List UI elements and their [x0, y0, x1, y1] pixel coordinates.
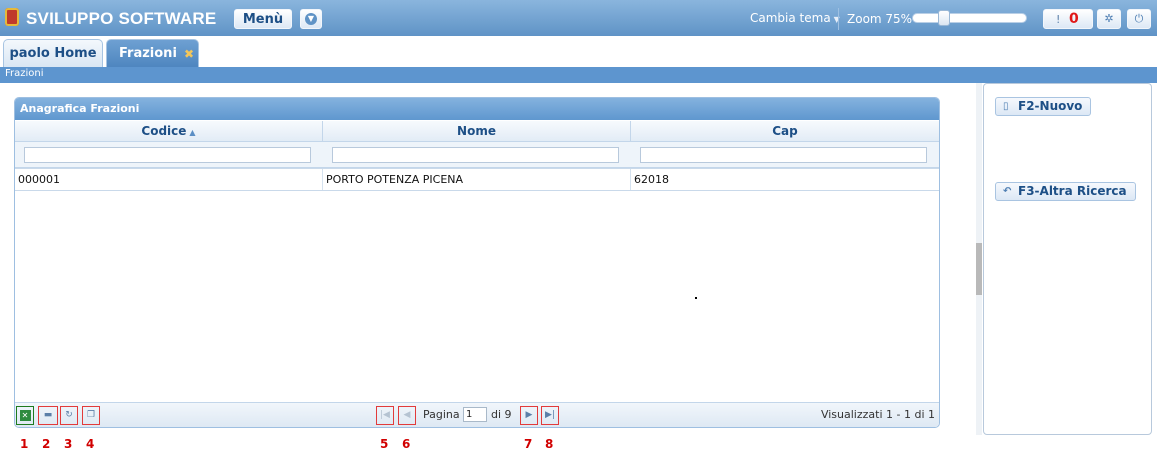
gear-icon: ✲ [1104, 12, 1114, 25]
next-page-button[interactable]: ▶ [520, 406, 538, 425]
first-page-button[interactable]: |◀ [376, 406, 394, 425]
scrollbar-thumb[interactable] [976, 243, 982, 295]
printer-icon: ▬ [43, 410, 53, 420]
new-button-label: F2-Nuovo [1018, 99, 1083, 113]
column-header-cap[interactable]: Cap [631, 121, 939, 142]
open-window-button[interactable]: ❐ [82, 406, 100, 425]
close-tab-icon[interactable]: ✖ [184, 40, 194, 68]
power-icon: ⏻ [1134, 12, 1144, 25]
annotation-number: 7 [524, 437, 533, 451]
previous-page-button[interactable]: ◀ [398, 406, 416, 425]
page-number-input[interactable]: 1 [463, 407, 487, 422]
settings-button[interactable]: ✲ [1097, 9, 1121, 29]
annotation-number: 3 [64, 437, 73, 451]
annotation-number: 4 [86, 437, 95, 451]
cell-cap: 62018 [634, 173, 669, 186]
sort-ascending-icon: ▲ [189, 128, 196, 137]
records-summary: Visualizzati 1 - 1 di 1 [820, 408, 935, 421]
column-header-codice-label: Codice [141, 124, 187, 138]
last-page-button[interactable]: ▶| [541, 406, 559, 425]
new-button[interactable]: ▯ F2-Nuovo [995, 97, 1092, 116]
top-bar: SVILUPPO SOFTWARE Menù ▼ Cambia tema ▼ Zo… [0, 0, 1157, 36]
next-page-icon: ▶ [525, 410, 533, 420]
frazioni-grid: Anagrafica Frazioni Codice ▲ Nome Cap 000… [14, 97, 940, 428]
undo-arrow-icon: ↶ [1003, 186, 1012, 197]
annotation-number: 1 [20, 437, 29, 451]
change-theme-label: Cambia tema [750, 11, 831, 25]
header-divider [838, 8, 839, 30]
annotation-number: 8 [545, 437, 554, 451]
breadcrumb: Frazioni [5, 68, 44, 79]
app-name: SVILUPPO SOFTWARE [26, 9, 217, 28]
breadcrumb-bar: Frazioni [0, 67, 1157, 83]
tab-frazioni[interactable]: Frazioni ✖ [106, 39, 199, 69]
excel-icon: ✕ [19, 410, 31, 421]
column-header-nome[interactable]: Nome [323, 121, 631, 142]
main-menu-button[interactable]: Menù [234, 9, 292, 29]
filter-cap-input[interactable] [640, 147, 927, 163]
annotation-number: 6 [402, 437, 411, 451]
another-search-label: F3-Altra Ricerca [1018, 184, 1127, 198]
change-theme-dropdown[interactable]: Cambia tema ▼ [750, 11, 840, 25]
table-row[interactable]: 000001 PORTO POTENZA PICENA 62018 [15, 168, 939, 191]
notifications-button[interactable]: ! 0 [1043, 9, 1093, 29]
last-page-icon: ▶| [545, 410, 555, 420]
zoom-slider-thumb[interactable] [937, 10, 950, 26]
side-panel: ▯ F2-Nuovo ↶ F3-Altra Ricerca [983, 83, 1152, 435]
annotation-number: 5 [380, 437, 389, 451]
logout-button[interactable]: ⏻ [1127, 9, 1151, 29]
another-search-button[interactable]: ↶ F3-Altra Ricerca [995, 182, 1136, 201]
tab-paolo-home[interactable]: paolo Home [3, 39, 103, 69]
zoom-slider-track[interactable] [912, 13, 1027, 23]
page-label: Pagina [423, 408, 460, 421]
previous-page-icon: ◀ [403, 410, 411, 420]
refresh-button[interactable]: ↻ [60, 406, 78, 425]
cell-codice: 000001 [15, 169, 323, 190]
refresh-icon: ↻ [65, 410, 73, 420]
grid-title: Anagrafica Frazioni [15, 98, 939, 120]
first-page-icon: |◀ [380, 410, 390, 420]
new-document-icon: ▯ [1003, 101, 1009, 112]
stray-dot [695, 297, 697, 299]
tab-strip: paolo Home Frazioni ✖ [0, 36, 1157, 69]
chevron-down-icon: ▼ [305, 13, 317, 25]
page-total: di 9 [491, 408, 512, 421]
cell-nome: PORTO POTENZA PICENA [323, 169, 631, 190]
grid-pager: ✕ ▬ ↻ ❐ |◀ ◀ Pagina 1 di 9 ▶ ▶| Visualiz… [15, 402, 939, 427]
notifications-count: 0 [1069, 11, 1079, 27]
column-header-codice[interactable]: Codice ▲ [15, 121, 323, 142]
filter-nome-input[interactable] [332, 147, 619, 163]
menu-dropdown-button[interactable]: ▼ [300, 9, 322, 29]
zoom-label: Zoom 75% [847, 12, 913, 26]
municipal-crest-logo [5, 8, 19, 26]
alert-icon: ! [1056, 13, 1061, 26]
new-window-icon: ❐ [86, 410, 96, 420]
tab-frazioni-label: Frazioni [119, 46, 177, 61]
print-button[interactable]: ▬ [38, 406, 58, 425]
export-excel-button[interactable]: ✕ [16, 406, 34, 425]
filter-codice-input[interactable] [24, 147, 311, 163]
annotation-number: 2 [42, 437, 51, 451]
filter-row [15, 142, 939, 168]
